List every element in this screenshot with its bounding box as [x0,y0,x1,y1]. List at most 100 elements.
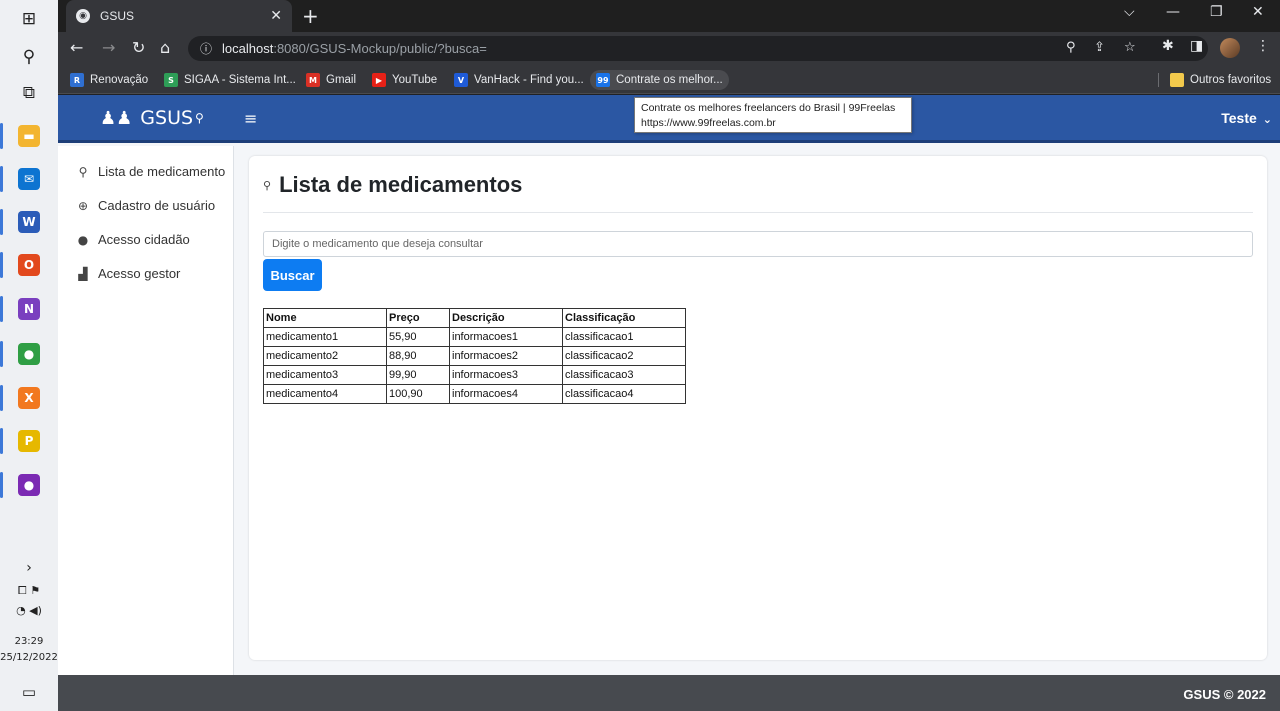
user-name: Teste [1221,110,1257,126]
taskbar-app-chrome[interactable]: ● [0,335,58,373]
taskbar-app-word[interactable]: W [0,203,58,241]
bookmark-label: Gmail [326,74,357,86]
info-icon[interactable]: ⓘ [200,40,212,57]
url-path: :8080/GSUS-Mockup/public/?busca= [273,41,487,56]
cell-descricao: informacoes2 [449,346,563,366]
sidebar-item-label: Acesso cidadão [98,232,190,247]
restore-icon[interactable]: ❐ [1210,4,1223,20]
notifications-icon[interactable]: ▭ [0,683,58,701]
share-icon[interactable]: ⇪ [1094,40,1105,55]
xampp-icon: X [18,387,40,409]
forward-icon[interactable]: → [102,38,115,57]
explorer-icon: ▬ [18,125,40,147]
page-title-text: Lista de medicamentos [279,172,523,197]
url-host: localhost [222,41,274,56]
back-icon[interactable]: ← [70,38,83,57]
gmail-icon: M [306,73,320,87]
user-menu[interactable]: Teste ⌄ [1221,110,1272,126]
search-icon: ⚲ [22,47,36,67]
web-page: ♟♟ GSUS ⚲ ≡ Teste ⌄ ⚲ Lista de medicamento… [58,95,1280,711]
sidebar-item-cadastro-usuario[interactable]: ⊕ Cadastro de usuário [76,198,215,213]
column-header-preco: Preço [386,308,450,328]
chevron-down-icon: ⌄ [1262,113,1272,126]
pdf-icon: P [18,430,40,452]
bookmark-vanhack[interactable]: V VanHack - Find you... [454,70,584,90]
close-window-icon[interactable]: ✕ [1252,4,1264,20]
github-icon: ● [18,474,40,496]
taskbar-app-office[interactable]: O [0,246,58,284]
column-header-nome: Nome [263,308,387,328]
cell-nome: medicamento2 [263,346,387,366]
sidebar-item-lista-medicamento[interactable]: ⚲ Lista de medicamento [76,164,226,179]
brand-name: GSUS [140,107,194,129]
tray-expand-icon[interactable]: › [0,560,58,576]
browser-toolbar: ← → ↻ ⌂ ⓘ localhost:8080/GSUS-Mockup/pub… [58,32,1280,64]
tab-gsus[interactable]: ◉ GSUS ✕ [66,0,292,32]
bookmark-label: Contrate os melhor... [616,74,723,86]
minimize-icon[interactable]: — [1166,4,1180,20]
tab-search-icon[interactable]: ⌵ [1124,4,1135,20]
location-icon: ⚲ [195,111,204,125]
search-input[interactable] [263,231,1253,257]
word-icon: W [18,211,40,233]
sidebar: ⚲ Lista de medicamento ⊕ Cadastro de usuár… [58,146,234,676]
cell-descricao: informacoes3 [449,365,563,385]
bookmark-other-folder[interactable]: Outros favoritos [1170,70,1271,90]
mail-icon: ✉ [18,168,40,190]
brand-logo[interactable]: ♟♟ GSUS ⚲ [100,107,204,129]
vanhack-icon: V [454,73,468,87]
footer: GSUS © 2022 [58,675,1280,711]
task-view-icon: ⧉ [22,83,36,103]
cell-preco: 55,90 [386,327,450,347]
bookmark-tooltip: Contrate os melhores freelancers do Bras… [634,97,912,133]
column-header-descricao: Descrição [449,308,563,328]
task-view-button[interactable]: ⧉ [0,74,58,112]
clock-time[interactable]: 23:29 [0,636,58,647]
sidebar-item-acesso-cidadao[interactable]: ● Acesso cidadão [76,232,190,247]
cell-nome: medicamento4 [263,384,387,404]
medication-table: Nome Preço Descrição Classificação medic… [263,308,686,404]
reload-icon[interactable]: ↻ [132,38,145,57]
new-tab-icon[interactable]: + [302,4,319,28]
bookmarks-bar: R Renovação S SIGAA - Sistema Int... M Gmai… [58,64,1280,94]
tooltip-title: Contrate os melhores freelancers do Bras… [641,102,896,114]
menu-icon[interactable]: ⋮ [1256,38,1270,54]
taskbar-app-mail[interactable]: ✉ [0,160,58,198]
taskbar-app-github[interactable]: ● [0,466,58,504]
search-button[interactable]: ⚲ [0,38,58,76]
taskbar-app-pdf[interactable]: P [0,422,58,460]
taskbar-app-onenote[interactable]: N [0,290,58,328]
cell-descricao: informacoes1 [449,327,563,347]
hamburger-menu-icon[interactable]: ≡ [244,109,257,128]
bookmarks-separator [1158,73,1159,87]
tray-wifi-volume-icons[interactable]: ◔ ◀) [0,604,58,617]
side-panel-icon[interactable]: ◨ [1190,38,1203,54]
bookmark-label: VanHack - Find you... [474,74,584,86]
address-bar[interactable]: ⓘ localhost:8080/GSUS-Mockup/public/?bus… [188,36,1208,61]
bookmark-gmail[interactable]: M Gmail [306,70,356,90]
zoom-icon[interactable]: ⚲ [1066,40,1076,55]
clock-date[interactable]: 25/12/2022 [0,652,58,663]
cell-descricao: informacoes4 [449,384,563,404]
search-button[interactable]: Buscar [263,259,322,291]
sidebar-item-acesso-gestor[interactable]: ▟ Acesso gestor [76,266,180,281]
cell-classificacao: classificacao3 [562,365,686,385]
tray-network-icons[interactable]: ⧠ ⚑ [0,584,58,598]
bookmark-star-icon[interactable]: ☆ [1124,40,1136,55]
cell-preco: 100,90 [386,384,450,404]
bookmark-99freelas[interactable]: 99 Contrate os melhor... [590,70,729,90]
bookmark-youtube[interactable]: ▶ YouTube [372,70,437,90]
profile-avatar[interactable] [1220,38,1240,58]
globe-icon: ◉ [76,9,90,23]
taskbar-app-xampp[interactable]: X [0,379,58,417]
home-icon[interactable]: ⌂ [160,38,170,57]
bookmark-renovacao[interactable]: R Renovação [70,70,148,90]
start-button[interactable]: ⊞ [0,0,58,38]
taskbar-app-explorer[interactable]: ▬ [0,117,58,155]
bookmark-sigaa[interactable]: S SIGAA - Sistema Int... [164,70,296,90]
search-icon: ⚲ [78,164,88,179]
table-row: medicamento3 99,90 informacoes3 classifi… [263,365,686,385]
extensions-icon[interactable]: ✱ [1162,38,1174,54]
close-tab-icon[interactable]: ✕ [270,8,282,24]
search-icon: ⚲ [263,178,272,192]
